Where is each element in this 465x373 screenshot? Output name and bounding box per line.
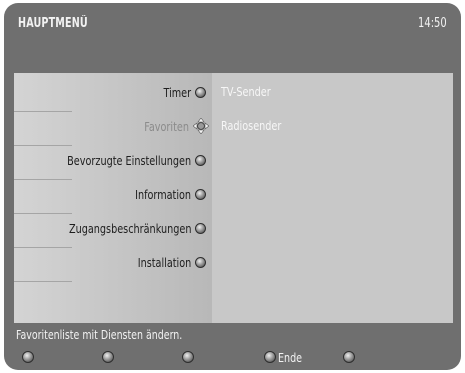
softkey-green[interactable] [102, 350, 116, 364]
separator [14, 111, 72, 112]
softkey-blue-ende[interactable]: Ende [264, 349, 306, 365]
menu-title: HAUPTMENÜ [18, 16, 88, 31]
screen: HAUPTMENÜ 14:50 Timer Favoriten Bevorzug… [0, 0, 465, 373]
softkey-button-icon [182, 351, 194, 363]
menu-item-label: Favoriten [144, 118, 189, 134]
separator [14, 247, 72, 248]
menu-item-label: Timer [163, 84, 191, 100]
submenu-panel: TV-Sender Radiosender [212, 73, 453, 323]
softkey-button-icon [264, 351, 276, 363]
softkey-red[interactable] [22, 350, 36, 364]
select-knob-icon [195, 154, 206, 166]
softkey-button-icon [102, 351, 114, 363]
menu-item-information[interactable]: Information [14, 182, 210, 206]
clock: 14:50 [418, 16, 447, 31]
menu-item-favoriten[interactable]: Favoriten [14, 114, 210, 138]
menu-item-bevorzugte-einstellungen[interactable]: Bevorzugte Einstellungen [14, 148, 210, 172]
separator [14, 145, 72, 146]
help-text: Favoritenliste mit Diensten ändern. [16, 327, 183, 342]
submenu-item-radiosender[interactable]: Radiosender [221, 118, 281, 133]
menu-item-label: Zugangsbeschränkungen [68, 220, 191, 236]
menu-item-label: Information [135, 186, 191, 202]
softkey-white[interactable] [343, 350, 357, 364]
menu-item-zugangsbeschraenkungen[interactable]: Zugangsbeschränkungen [14, 216, 210, 240]
softkey-bar: Ende [4, 349, 461, 365]
softkey-label: Ende [278, 349, 303, 365]
separator [14, 179, 72, 180]
main-menu-screen: HAUPTMENÜ 14:50 Timer Favoriten Bevorzug… [4, 3, 461, 370]
select-knob-icon [195, 256, 206, 268]
menu-item-timer[interactable]: Timer [14, 80, 210, 104]
softkey-button-icon [343, 351, 355, 363]
separator [14, 281, 72, 282]
separator [14, 213, 72, 214]
select-knob-icon [195, 188, 206, 200]
menu-item-label: Installation [137, 254, 191, 270]
select-knob-icon [195, 222, 206, 234]
menu-item-installation[interactable]: Installation [14, 250, 210, 274]
select-knob-icon [195, 86, 206, 98]
softkey-button-icon [22, 351, 34, 363]
softkey-yellow[interactable] [182, 350, 196, 364]
navigation-cursor-icon [193, 118, 209, 134]
submenu-item-tv-sender[interactable]: TV-Sender [221, 84, 271, 99]
main-menu-list: Timer Favoriten Bevorzugte Einstellungen [14, 73, 212, 323]
menu-item-label: Bevorzugte Einstellungen [67, 152, 191, 168]
